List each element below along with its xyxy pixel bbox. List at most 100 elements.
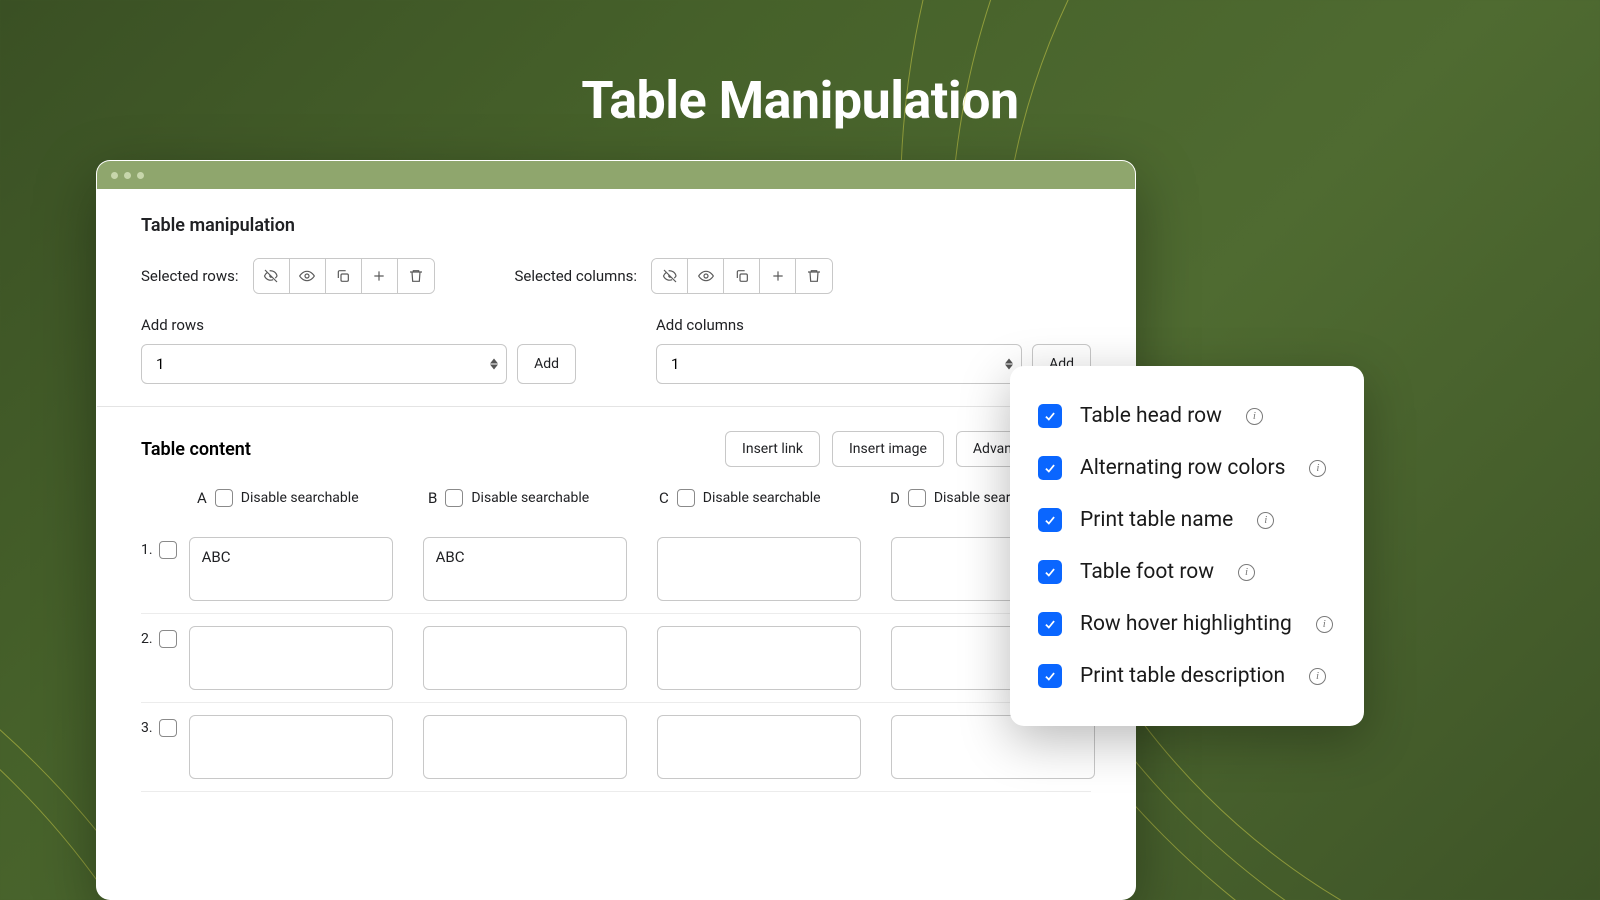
option-checkbox[interactable] (1038, 456, 1062, 480)
column-letter: D (890, 489, 900, 507)
row-select-checkbox[interactable] (159, 719, 177, 737)
table-cell-input[interactable]: ABC (189, 537, 393, 601)
option-item: Print table description i (1038, 650, 1336, 702)
column-letter: B (428, 489, 437, 507)
info-icon[interactable]: i (1309, 460, 1326, 477)
option-label: Table foot row (1080, 560, 1214, 584)
window-dot (137, 172, 144, 179)
option-checkbox[interactable] (1038, 404, 1062, 428)
delete-columns-button[interactable] (796, 259, 832, 293)
info-icon[interactable]: i (1309, 668, 1326, 685)
add-rows-input[interactable]: 1 (141, 344, 507, 384)
table-cell-input[interactable] (657, 715, 861, 779)
table-cell-input[interactable] (657, 626, 861, 690)
option-label: Row hover highlighting (1080, 612, 1292, 636)
option-item: Table foot row i (1038, 546, 1336, 598)
option-label: Print table name (1080, 508, 1233, 532)
window-chrome (97, 161, 1135, 189)
disable-searchable-checkbox[interactable] (908, 489, 926, 507)
show-rows-button[interactable] (290, 259, 326, 293)
row-number: 1. (141, 542, 153, 558)
option-item: Alternating row colors i (1038, 442, 1336, 494)
info-icon[interactable]: i (1257, 512, 1274, 529)
column-header: A Disable searchable (197, 489, 398, 507)
option-item: Row hover highlighting i (1038, 598, 1336, 650)
option-checkbox[interactable] (1038, 664, 1062, 688)
option-item: Print table name i (1038, 494, 1336, 546)
table-cell-input[interactable] (423, 715, 627, 779)
trash-icon (806, 268, 822, 284)
eye-off-icon (263, 268, 279, 284)
window-dot (111, 172, 118, 179)
column-header: C Disable searchable (659, 489, 860, 507)
copy-icon (335, 268, 351, 284)
app-window: Table manipulation Selected rows: Select… (96, 160, 1136, 900)
check-icon (1043, 409, 1057, 423)
disable-searchable-checkbox[interactable] (677, 489, 695, 507)
stepper-icon[interactable] (490, 359, 498, 370)
duplicate-rows-button[interactable] (326, 259, 362, 293)
table-row: 1. ABC ABC (141, 525, 1091, 614)
hide-rows-button[interactable] (254, 259, 290, 293)
table-cell-input[interactable] (657, 537, 861, 601)
check-icon (1043, 461, 1057, 475)
stepper-icon[interactable] (1005, 359, 1013, 370)
column-letter: A (197, 489, 207, 507)
hide-columns-button[interactable] (652, 259, 688, 293)
selected-rows-label: Selected rows: (141, 267, 239, 285)
disable-searchable-label: Disable searchable (241, 490, 359, 506)
add-column-button[interactable] (760, 259, 796, 293)
show-columns-button[interactable] (688, 259, 724, 293)
selected-columns-toolbar: Selected columns: (515, 258, 834, 294)
option-checkbox[interactable] (1038, 560, 1062, 584)
option-label: Alternating row colors (1080, 456, 1285, 480)
column-icon-group (651, 258, 833, 294)
disable-searchable-checkbox[interactable] (215, 489, 233, 507)
table-cell-input[interactable] (189, 626, 393, 690)
duplicate-columns-button[interactable] (724, 259, 760, 293)
row-select-checkbox[interactable] (159, 630, 177, 648)
table-cell-input[interactable]: ABC (423, 537, 627, 601)
check-icon (1043, 565, 1057, 579)
option-label: Print table description (1080, 664, 1285, 688)
page-title: Table Manipulation (0, 0, 1600, 131)
row-number: 2. (141, 631, 153, 647)
add-columns-input[interactable]: 1 (656, 344, 1022, 384)
check-icon (1043, 617, 1057, 631)
add-row-button[interactable] (362, 259, 398, 293)
plus-icon (770, 268, 786, 284)
plus-icon (371, 268, 387, 284)
option-checkbox[interactable] (1038, 612, 1062, 636)
copy-icon (734, 268, 750, 284)
check-icon (1043, 513, 1057, 527)
add-columns-value: 1 (671, 355, 679, 373)
info-icon[interactable]: i (1246, 408, 1263, 425)
row-select-checkbox[interactable] (159, 541, 177, 559)
insert-link-button[interactable]: Insert link (725, 431, 820, 467)
option-label: Table head row (1080, 404, 1222, 428)
info-icon[interactable]: i (1238, 564, 1255, 581)
add-rows-label: Add rows (141, 316, 576, 334)
table-options-popover: Table head rowiAlternating row colorsiPr… (1010, 366, 1364, 726)
add-rows-value: 1 (156, 355, 164, 373)
insert-image-button[interactable]: Insert image (832, 431, 944, 467)
info-icon[interactable]: i (1316, 616, 1333, 633)
option-checkbox[interactable] (1038, 508, 1062, 532)
eye-icon (299, 268, 315, 284)
table-cell-input[interactable] (423, 626, 627, 690)
section-heading-manipulation: Table manipulation (141, 215, 1091, 236)
table-cell-input[interactable] (189, 715, 393, 779)
disable-searchable-checkbox[interactable] (445, 489, 463, 507)
eye-off-icon (662, 268, 678, 284)
check-icon (1043, 669, 1057, 683)
row-number: 3. (141, 720, 153, 736)
table-area: A Disable searchable B Disable searchable C D… (141, 485, 1091, 792)
column-letter: C (659, 489, 669, 507)
table-row: 2. (141, 614, 1091, 703)
delete-rows-button[interactable] (398, 259, 434, 293)
eye-icon (698, 268, 714, 284)
disable-searchable-label: Disable searchable (703, 490, 821, 506)
selected-rows-toolbar: Selected rows: (141, 258, 435, 294)
add-rows-button[interactable]: Add (517, 344, 576, 384)
disable-searchable-label: Disable searchable (471, 490, 589, 506)
